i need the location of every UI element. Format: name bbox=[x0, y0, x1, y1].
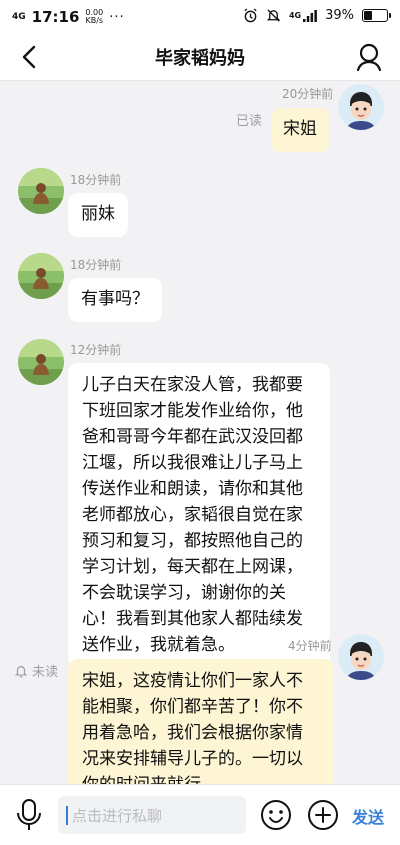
unread-label: 未读 bbox=[32, 665, 59, 680]
message-bubble[interactable]: 宋姐 bbox=[271, 108, 329, 152]
person-photo-avatar bbox=[18, 253, 64, 299]
send-button[interactable]: 发送 bbox=[352, 804, 384, 828]
emoji-icon[interactable] bbox=[260, 799, 292, 831]
unread-status: 未读 bbox=[14, 661, 58, 680]
bell-icon bbox=[14, 665, 28, 677]
avatar[interactable] bbox=[338, 634, 384, 680]
message-line: 心！我看到其他家人都陆续发 bbox=[82, 609, 303, 629]
signal-label: 4G bbox=[288, 11, 302, 20]
message-line: 传送作业和朗读，请你和其他 bbox=[82, 479, 303, 499]
avatar[interactable] bbox=[18, 339, 64, 385]
message-bubble[interactable]: 有事吗？ bbox=[68, 278, 162, 322]
message-line: 送作业，我就着急。 bbox=[82, 635, 235, 655]
message-line: 宋姐，这疫情让你们一家人不 bbox=[82, 671, 303, 691]
chat-title: 毕家韬妈妈 bbox=[155, 48, 245, 69]
message-line: 能相聚，你们都辛苦了！你不 bbox=[82, 697, 303, 717]
read-status: 已读 bbox=[236, 114, 263, 129]
person-photo-avatar bbox=[18, 339, 64, 385]
message-line: 你的时间来就行。 bbox=[82, 772, 320, 784]
message-line: 老师都放心，家韬很自觉在家 bbox=[82, 505, 303, 525]
message-line: 江堰，所以我很难让儿子马上 bbox=[82, 453, 303, 473]
message-line: 爸和哥哥今年都在武汉没回都 bbox=[82, 427, 303, 447]
message-list[interactable]: 20分钟前 已读 宋姐 18分钟前 丽妹 18分钟前 有事吗？ 12分钟前 儿子… bbox=[0, 81, 400, 784]
message-line: 儿子白天在家没人管，我都要 bbox=[82, 375, 303, 395]
signal-bars-icon bbox=[303, 9, 317, 22]
avatar[interactable] bbox=[18, 253, 64, 299]
message-bubble[interactable]: 宋姐，这疫情让你们一家人不 能相聚，你们都辛苦了！你不 用着急哈，我们会根据你家… bbox=[68, 659, 334, 784]
cartoon-avatar-icon bbox=[338, 634, 384, 680]
message-line: 学习计划，每天都在上网课， bbox=[82, 557, 303, 577]
message-bubble[interactable]: 儿子白天在家没人管，我都要 下班回家才能发作业给你，他 爸和哥哥今年都在武汉没回… bbox=[68, 363, 330, 667]
add-icon[interactable] bbox=[307, 799, 339, 831]
message-time: 4分钟前 bbox=[288, 639, 332, 653]
message-bubble[interactable]: 丽妹 bbox=[68, 193, 128, 237]
more-notifications: ··· bbox=[109, 9, 125, 25]
avatar[interactable] bbox=[18, 168, 64, 214]
clock: 17:16 bbox=[31, 8, 80, 26]
person-photo-avatar bbox=[18, 168, 64, 214]
message-line: 预习和复习，都按照他自己的 bbox=[82, 531, 303, 551]
message-line: 况来安排辅导儿子的。一切以 bbox=[82, 749, 303, 769]
text-cursor bbox=[66, 806, 68, 825]
message-time: 18分钟前 bbox=[70, 258, 122, 272]
microphone-icon[interactable] bbox=[14, 798, 44, 832]
input-bar: 点击进行私聊 发送 bbox=[0, 784, 400, 845]
network-speed-unit: KB/s bbox=[85, 16, 104, 25]
message-line: 不会耽误学习，谢谢你的关 bbox=[82, 583, 286, 603]
message-time: 20分钟前 bbox=[282, 87, 334, 101]
signal-indicator: 4G bbox=[288, 9, 317, 22]
message-line: 下班回家才能发作业给你，他 bbox=[82, 401, 303, 421]
message-time: 12分钟前 bbox=[70, 343, 122, 357]
status-bar: 4G 17:16 0.00 KB/s ··· 4G 39% bbox=[0, 0, 400, 34]
network-speed: 0.00 KB/s bbox=[85, 9, 103, 25]
message-input[interactable]: 点击进行私聊 bbox=[58, 796, 246, 834]
cartoon-avatar-icon bbox=[338, 84, 384, 130]
mute-bell-icon bbox=[266, 9, 281, 22]
chat-header: 毕家韬妈妈 bbox=[0, 34, 400, 81]
alarm-icon bbox=[244, 8, 257, 23]
battery-icon bbox=[362, 9, 391, 22]
network-type: 4G bbox=[12, 11, 26, 22]
profile-icon[interactable] bbox=[352, 40, 386, 74]
battery-percent: 39% bbox=[325, 8, 354, 23]
message-line: 用着急哈，我们会根据你家情 bbox=[82, 723, 303, 743]
avatar[interactable] bbox=[338, 84, 384, 130]
message-time: 18分钟前 bbox=[70, 173, 122, 187]
message-input-placeholder: 点击进行私聊 bbox=[72, 807, 163, 825]
